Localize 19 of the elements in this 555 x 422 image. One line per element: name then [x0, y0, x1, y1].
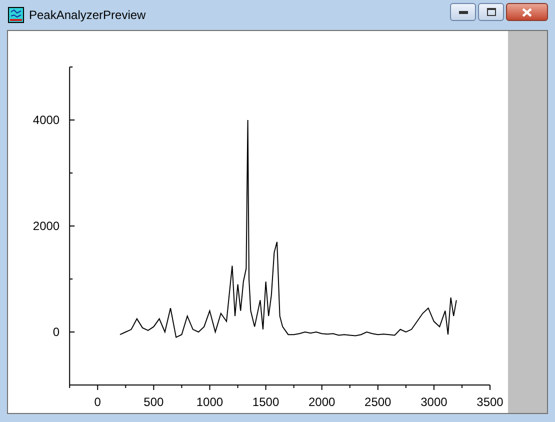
window-title: PeakAnalyzerPreview	[29, 7, 146, 24]
x-tick-label: 0	[94, 395, 101, 409]
x-tick-label: 500	[144, 395, 164, 409]
maximize-icon	[486, 8, 496, 16]
x-tick-label: 1000	[196, 395, 224, 409]
x-tick-label: 3000	[420, 395, 448, 409]
chart-app-icon	[8, 7, 24, 23]
x-tick-label: 2500	[364, 395, 392, 409]
x-tick-label: 1500	[252, 395, 280, 409]
minimize-button[interactable]	[450, 3, 476, 21]
x-tick-label: 3500	[476, 395, 504, 409]
x-tick-label: 2000	[308, 395, 336, 409]
close-button[interactable]	[506, 3, 548, 21]
close-icon	[522, 8, 532, 16]
y-tick-label: 0	[52, 325, 60, 339]
minimize-icon	[458, 10, 468, 14]
y-tick-label: 4000	[32, 113, 60, 127]
maximize-button[interactable]	[478, 3, 504, 21]
y-tick-label: 2000	[32, 219, 60, 233]
